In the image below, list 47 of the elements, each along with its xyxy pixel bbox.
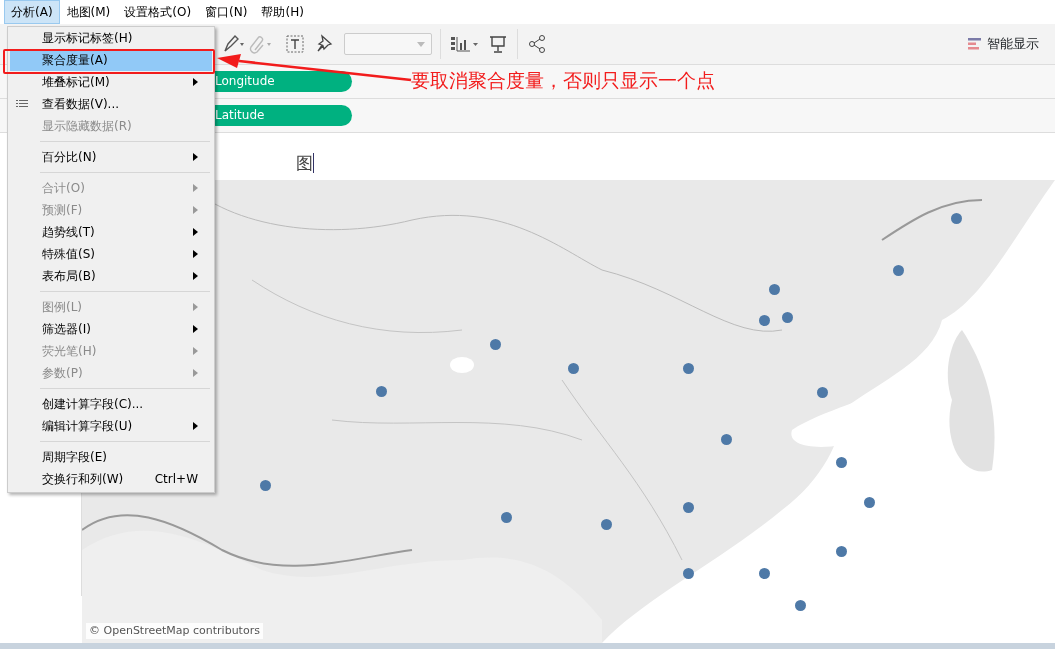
- map-point: [951, 213, 962, 224]
- menu-bar-item[interactable]: 帮助(H): [254, 0, 311, 24]
- map-point: [759, 568, 770, 579]
- map-point: [759, 315, 770, 326]
- map-point: [601, 519, 612, 530]
- menu-item[interactable]: 创建计算字段(C)...: [10, 393, 212, 415]
- text-icon[interactable]: [284, 33, 306, 55]
- menu-bar-item[interactable]: 窗口(N): [198, 0, 255, 24]
- map-point: [893, 265, 904, 276]
- annotation-text: 要取消聚合度量，否则只显示一个点: [411, 68, 715, 93]
- map-point: [490, 339, 501, 350]
- menu-item[interactable]: 编辑计算字段(U): [10, 415, 212, 437]
- bars-icon: [967, 36, 983, 52]
- menu-item[interactable]: 趋势线(T): [10, 221, 212, 243]
- map-point: [817, 387, 828, 398]
- map-point: [769, 284, 780, 295]
- share-icon[interactable]: [526, 33, 548, 55]
- sheet-title: 图: [296, 153, 314, 173]
- menu-item[interactable]: 周期字段(E): [10, 446, 212, 468]
- menu-bar-item[interactable]: 地图(M): [59, 0, 118, 24]
- map-point: [376, 386, 387, 397]
- shortcut-text: Ctrl+W: [154, 471, 198, 488]
- map-point: [721, 434, 732, 445]
- map-point: [836, 457, 847, 468]
- dropdown-field[interactable]: [344, 33, 432, 55]
- menu-item[interactable]: 特殊值(S): [10, 243, 212, 265]
- map-point: [782, 312, 793, 323]
- menu-bar-item[interactable]: 分析(A): [4, 0, 60, 24]
- map-point: [864, 497, 875, 508]
- caret-icon: [417, 42, 425, 47]
- map-point: [683, 568, 694, 579]
- map-point: [501, 512, 512, 523]
- menu-item[interactable]: 筛选器(I): [10, 318, 212, 340]
- map-point: [795, 600, 806, 611]
- map-point: [683, 502, 694, 513]
- presentation-icon[interactable]: [487, 33, 509, 55]
- map-point: [260, 480, 271, 491]
- menu-bar-item[interactable]: 设置格式(O): [117, 0, 199, 24]
- menu-item[interactable]: 表布局(B): [10, 265, 212, 287]
- map-point: [683, 363, 694, 374]
- menu-item[interactable]: 显示标记标签(H): [10, 27, 212, 49]
- show-me-button[interactable]: 智能显示: [959, 30, 1047, 58]
- menu-item[interactable]: 百分比(N): [10, 146, 212, 168]
- map-point: [836, 546, 847, 557]
- menu-item[interactable]: 聚合度量(A): [10, 49, 212, 71]
- menu-item[interactable]: 交换行和列(W) Ctrl+W: [10, 468, 212, 490]
- map-point: [568, 363, 579, 374]
